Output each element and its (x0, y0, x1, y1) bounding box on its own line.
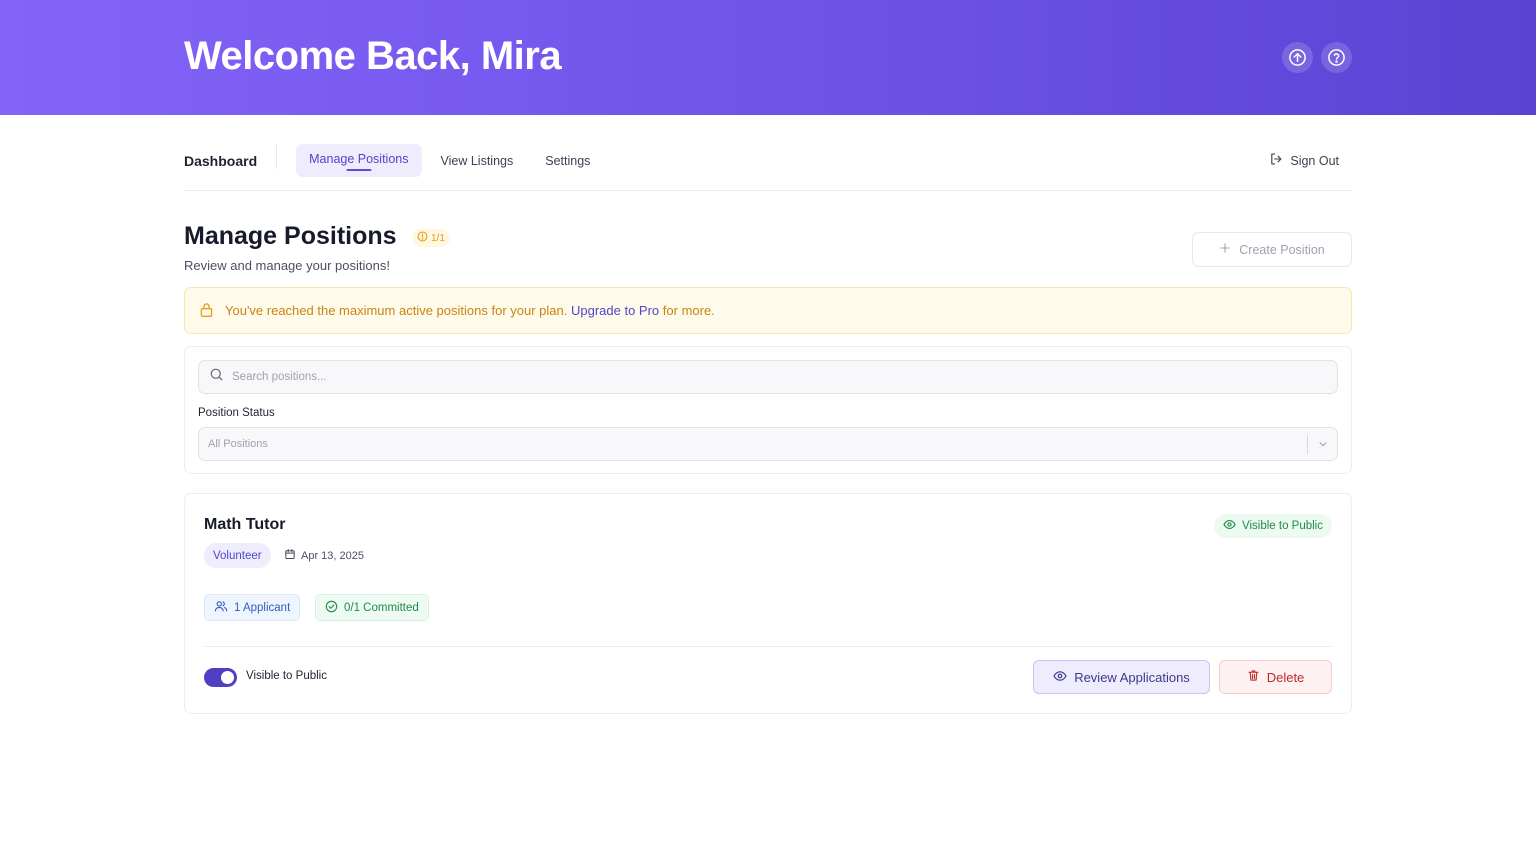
search-input[interactable] (232, 371, 1232, 383)
tab-label: Settings (545, 153, 591, 168)
create-position-label: Create Position (1239, 242, 1325, 257)
eye-icon (1223, 518, 1236, 534)
committed-badge: 0/1 Committed (315, 594, 429, 621)
help-icon[interactable] (1321, 42, 1352, 73)
upload-icon[interactable] (1282, 42, 1313, 73)
eye-icon (1053, 669, 1067, 686)
page-title: Manage Positions (184, 222, 397, 250)
lock-icon (198, 301, 215, 321)
header-actions (1282, 42, 1352, 73)
position-card: Math Tutor Visible to Public Volunteer A… (184, 493, 1352, 714)
applicants-text: 1 Applicant (234, 601, 291, 614)
sign-out-label: Sign Out (1290, 153, 1339, 168)
filter-panel: Position Status All Positions (184, 346, 1352, 474)
sign-out-icon (1269, 152, 1283, 169)
chevron-down-icon[interactable] (1317, 438, 1329, 453)
review-applications-button[interactable]: Review Applications (1033, 660, 1210, 694)
position-status-label: Position Status (198, 407, 275, 419)
visibility-badge-label: Visible to Public (1242, 520, 1323, 532)
toggle-knob (221, 671, 234, 684)
alert-message: You've reached the maximum active positi… (225, 303, 568, 318)
header-banner: Welcome Back, Mira (0, 0, 1536, 115)
tab-view-listings[interactable]: View Listings (428, 144, 527, 177)
create-position-button[interactable]: Create Position (1192, 232, 1352, 267)
delete-label: Delete (1266, 669, 1305, 685)
committed-text: 0/1 Committed (344, 601, 419, 614)
applicants-badge: 1 Applicant (204, 594, 301, 621)
alert-message-end: for more. (662, 303, 715, 318)
delete-button[interactable]: Delete (1219, 660, 1332, 694)
sign-out-button[interactable]: Sign Out (1269, 144, 1352, 177)
visibility-badge: Visible to Public (1214, 514, 1332, 538)
tab-manage-positions[interactable]: Manage Positions (296, 144, 422, 177)
plus-icon (1219, 242, 1231, 257)
position-count-badge: 1/1 (412, 229, 450, 247)
tab-label: View Listings (440, 153, 514, 168)
visibility-toggle-label: Visible to Public (246, 670, 327, 682)
page-subtitle: Review and manage your positions! (184, 258, 390, 273)
tab-label: Manage Positions (309, 151, 409, 166)
nav-brand[interactable]: Dashboard (184, 144, 278, 169)
page-header: Manage Positions 1/1 Review and manage y… (184, 222, 1352, 274)
review-applications-label: Review Applications (1074, 669, 1190, 685)
main-nav: Dashboard Manage Positions View Listings… (184, 144, 1352, 191)
trash-icon (1247, 669, 1260, 685)
alert-text: You've reached the maximum active positi… (225, 303, 715, 318)
position-status-select[interactable]: All Positions (198, 427, 1338, 461)
visibility-toggle[interactable] (204, 668, 237, 687)
nav-tabs: Manage Positions View Listings Settings (296, 144, 609, 177)
upgrade-link[interactable]: Upgrade to Pro (571, 303, 659, 318)
welcome-title: Welcome Back, Mira (184, 34, 562, 78)
position-date: Apr 13, 2025 (284, 548, 364, 563)
tab-settings[interactable]: Settings (532, 144, 603, 177)
info-icon (417, 231, 428, 245)
position-type-chip: Volunteer (204, 543, 271, 568)
calendar-icon (284, 548, 296, 563)
select-value: All Positions (208, 438, 268, 450)
check-circle-icon (325, 600, 338, 616)
plan-limit-alert: You've reached the maximum active positi… (184, 287, 1352, 334)
search-icon (209, 367, 224, 387)
position-date-text: Apr 13, 2025 (301, 549, 364, 562)
position-title: Math Tutor (204, 516, 286, 533)
users-icon (214, 599, 228, 616)
count-badge-text: 1/1 (431, 232, 445, 244)
search-box (198, 360, 1338, 394)
card-divider (204, 646, 1332, 647)
select-divider (1307, 435, 1308, 454)
